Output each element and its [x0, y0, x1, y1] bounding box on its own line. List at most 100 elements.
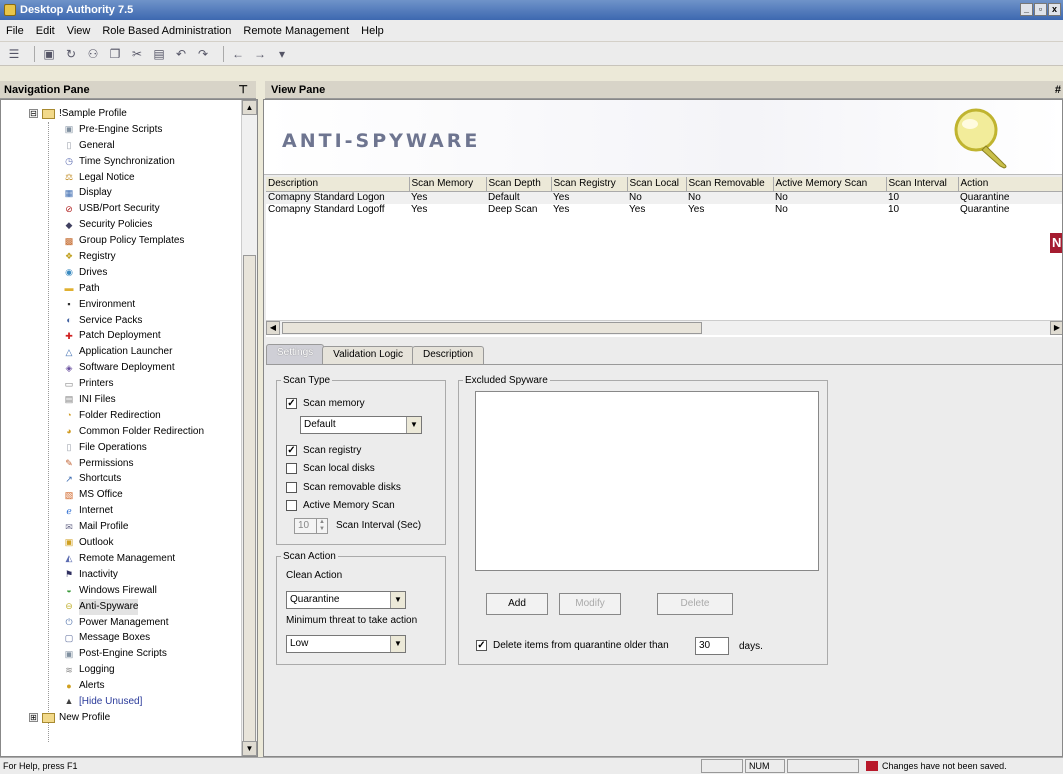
tree-item[interactable]: ◔ Folder Redirection — [1, 408, 241, 424]
excluded-spyware-list[interactable] — [475, 391, 819, 571]
tree-item[interactable]: ▬ Path — [1, 281, 241, 297]
back-icon[interactable]: ← — [230, 46, 246, 62]
tree-item[interactable]: ◷ Time Synchronization — [1, 154, 241, 170]
tree-item[interactable]: ℯ Internet — [1, 503, 241, 519]
tree-item[interactable]: ⊖ Anti-Spyware — [1, 598, 241, 615]
tree-item[interactable]: ◭ Remote Management — [1, 551, 241, 567]
nav-vertical-scrollbar[interactable]: ▲ ▼ — [241, 100, 257, 756]
tree-item[interactable]: ⚖ Legal Notice — [1, 170, 241, 186]
undo-icon[interactable]: ↶ — [173, 46, 189, 62]
delete-quarantine-checkbox[interactable]: ✓ Delete items from quarantine older tha… — [476, 640, 669, 651]
refresh-icon[interactable]: ↻ — [63, 46, 79, 62]
scroll-right-icon[interactable]: ▶ — [1050, 321, 1062, 335]
tree-item[interactable]: ↗ Shortcuts — [1, 471, 241, 487]
table-row[interactable]: Comapny Standard Logon Yes Default Yes N… — [266, 191, 1062, 204]
minimize-button[interactable]: _ — [1020, 3, 1033, 16]
scan-depth-select[interactable]: Default ▼ — [300, 416, 422, 434]
tree-item[interactable]: ▧ MS Office — [1, 487, 241, 503]
column-header[interactable]: Scan Removable — [686, 177, 774, 192]
modify-button[interactable]: Modify — [559, 593, 621, 615]
tree-root-sample-profile[interactable]: ⊟ !Sample Profile — [1, 106, 241, 122]
scan-registry-checkbox[interactable]: ✓ Scan registry — [286, 445, 361, 456]
scan-local-disks-checkbox[interactable]: Scan local disks — [286, 463, 375, 474]
tree-item[interactable]: ▣ Post-Engine Scripts — [1, 646, 241, 662]
tree-item[interactable]: ❖ Registry — [1, 249, 241, 265]
checkbox-box[interactable]: ✓ — [286, 398, 297, 409]
scroll-thumb[interactable] — [282, 322, 702, 334]
tree-item[interactable]: ▦ Display — [1, 185, 241, 201]
tree-item[interactable]: ✚ Patch Deployment — [1, 328, 241, 344]
copy-icon[interactable]: ❐ — [107, 46, 123, 62]
tree-item[interactable]: ◐ Service Packs — [1, 313, 241, 329]
checkbox-box[interactable] — [286, 500, 297, 511]
table-row[interactable]: Comapny Standard Logoff Yes Deep Scan Ye… — [266, 204, 1062, 216]
chevron-down-icon[interactable]: ▼ — [390, 636, 405, 652]
scroll-thumb[interactable] — [243, 255, 256, 747]
menu-help[interactable]: Help — [361, 25, 384, 37]
checkbox-box[interactable]: ✓ — [286, 445, 297, 456]
properties-icon[interactable]: ☰ — [6, 46, 22, 62]
configuration-grid[interactable]: Description Scan Memory Scan Depth Scan … — [266, 177, 1062, 337]
scroll-up-icon[interactable]: ▲ — [242, 100, 257, 115]
tree-item[interactable]: △ Application Launcher — [1, 344, 241, 360]
pin-icon[interactable]: ⊤ — [238, 81, 248, 99]
column-header[interactable]: Description — [266, 177, 410, 192]
column-header[interactable]: Scan Local — [627, 177, 687, 192]
scroll-down-icon[interactable]: ▼ — [242, 741, 257, 756]
scroll-left-icon[interactable]: ◀ — [266, 321, 280, 335]
delete-button[interactable]: Delete — [657, 593, 733, 615]
collapse-icon[interactable]: ⊟ — [29, 109, 38, 119]
tree-item[interactable]: ▣ Outlook — [1, 535, 241, 551]
maximize-button[interactable]: ▫ — [1034, 3, 1047, 16]
close-button[interactable]: x — [1048, 3, 1061, 16]
column-header[interactable]: Scan Registry — [551, 177, 628, 192]
chevron-down-icon[interactable]: ▼ — [390, 592, 405, 608]
menu-file[interactable]: File — [6, 25, 24, 37]
chevron-down-icon[interactable]: ▼ — [406, 417, 421, 433]
grid-horizontal-scrollbar[interactable]: ◀ ▶ — [266, 320, 1062, 335]
menu-remote-management[interactable]: Remote Management — [243, 25, 349, 37]
forward-icon[interactable]: → — [252, 46, 268, 62]
tree-item[interactable]: ▢ Message Boxes — [1, 630, 241, 646]
scan-interval-stepper[interactable]: 10 ▲ ▼ — [294, 518, 328, 534]
tab-settings[interactable]: Settings — [266, 344, 325, 364]
scan-memory-checkbox[interactable]: ✓ Scan memory — [286, 398, 365, 409]
paste-icon[interactable]: ▤ — [151, 46, 167, 62]
tree-item[interactable]: ⊘ USB/Port Security — [1, 201, 241, 217]
column-header[interactable]: Action — [958, 177, 1062, 192]
checkbox-box[interactable]: ✓ — [476, 640, 487, 651]
column-header[interactable]: Scan Interval — [886, 177, 959, 192]
tree-item[interactable]: ▪ Environment — [1, 297, 241, 313]
tree-item[interactable]: ▯ General — [1, 138, 241, 154]
menu-role-based-administration[interactable]: Role Based Administration — [102, 25, 231, 37]
tree-item[interactable]: ▭ Printers — [1, 376, 241, 392]
menu-view[interactable]: View — [67, 25, 91, 37]
column-header[interactable]: Scan Depth — [486, 177, 552, 192]
redo-icon[interactable]: ↷ — [195, 46, 211, 62]
tree-item[interactable]: ◈ Software Deployment — [1, 360, 241, 376]
tree-item[interactable]: ≋ Logging — [1, 662, 241, 678]
tab-validation-logic[interactable]: Validation Logic — [322, 346, 415, 364]
add-button[interactable]: Add — [486, 593, 548, 615]
tree-item[interactable]: ◕ Common Folder Redirection — [1, 424, 241, 440]
users-icon[interactable]: ⚇ — [85, 46, 101, 62]
tree-item[interactable]: ◒ Windows Firewall — [1, 583, 241, 599]
expand-icon[interactable]: ⊞ — [29, 713, 38, 723]
checkbox-box[interactable] — [286, 463, 297, 474]
column-header[interactable]: Scan Memory — [409, 177, 487, 192]
tree-item[interactable]: ◆ Security Policies — [1, 217, 241, 233]
active-memory-scan-checkbox[interactable]: Active Memory Scan — [286, 500, 395, 511]
clean-action-select[interactable]: Quarantine ▼ — [286, 591, 406, 609]
days-input[interactable]: 30 — [695, 637, 729, 655]
cut-icon[interactable]: ✂ — [129, 46, 145, 62]
menu-edit[interactable]: Edit — [36, 25, 55, 37]
tree-item[interactable]: ▣ Pre-Engine Scripts — [1, 122, 241, 138]
pin-icon[interactable]: # — [1055, 81, 1061, 99]
tree-item[interactable]: ▩ Group Policy Templates — [1, 233, 241, 249]
minimum-threat-select[interactable]: Low ▼ — [286, 635, 406, 653]
save-icon[interactable]: ▣ — [41, 46, 57, 62]
spinner-arrows-icon[interactable]: ▲ ▼ — [316, 519, 327, 533]
tree-item[interactable]: ● Alerts — [1, 678, 241, 694]
dropdown-icon[interactable]: ▾ — [274, 46, 290, 62]
tree-root-new-profile[interactable]: ⊞ New Profile — [1, 710, 241, 726]
